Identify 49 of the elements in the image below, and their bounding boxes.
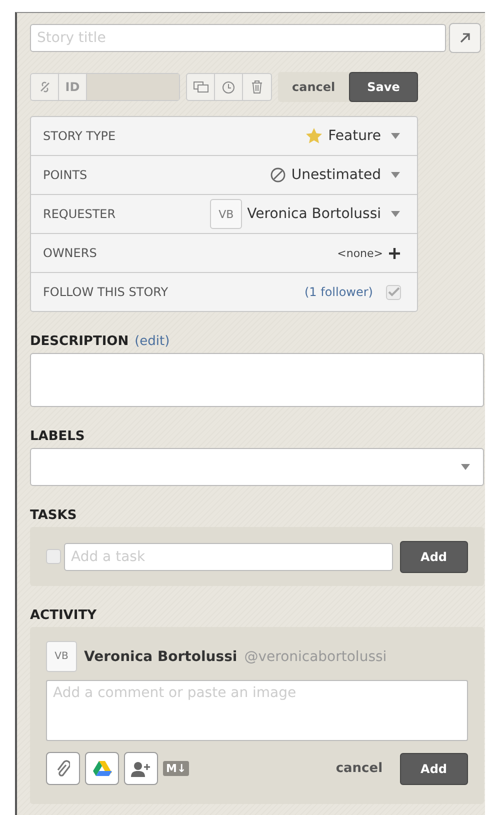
description-field[interactable]: [30, 353, 484, 407]
section-heading: ACTIVITY: [30, 608, 96, 623]
field-label: POINTS: [43, 168, 88, 182]
plus-icon: [389, 248, 400, 258]
follow-checkbox[interactable]: [386, 284, 401, 300]
field-label: REQUESTER: [43, 207, 116, 221]
user-handle: @veronicabortolussi: [244, 648, 387, 664]
caret-icon: [390, 170, 401, 180]
save-button[interactable]: Save: [349, 72, 418, 102]
expand-button[interactable]: [449, 23, 481, 53]
star-icon: [305, 127, 324, 145]
labels-dropdown[interactable]: [30, 448, 484, 486]
copy-icon: [192, 81, 208, 93]
attach-button[interactable]: [46, 752, 80, 785]
edit-link[interactable]: (edit): [134, 334, 170, 349]
person-add-icon: [131, 760, 151, 776]
cancel-button[interactable]: cancel: [324, 761, 395, 776]
add-task-button[interactable]: Add: [400, 540, 468, 572]
avatar: VB: [210, 199, 242, 229]
field-label: STORY TYPE: [43, 129, 116, 143]
clock-icon: [222, 80, 235, 94]
paperclip-icon: [56, 760, 70, 778]
add-owner-button[interactable]: [388, 248, 401, 258]
markdown-badge: M↓: [163, 761, 190, 776]
section-heading: TASKS: [30, 508, 77, 523]
avatar: VB: [46, 641, 77, 672]
user-name: Veronica Bortolussi: [84, 648, 238, 664]
drive-button[interactable]: [85, 752, 119, 785]
caret-icon: [390, 131, 401, 141]
mention-button[interactable]: [124, 752, 158, 785]
field-label: OWNERS: [43, 246, 97, 260]
points-dropdown[interactable]: Unestimated: [291, 167, 385, 183]
triangle-logo-icon: [92, 760, 112, 777]
cancel-button[interactable]: cancel: [278, 72, 350, 102]
requester-dropdown[interactable]: Veronica Bortolussi: [247, 206, 385, 222]
link-icon: [38, 81, 50, 93]
section-heading: DESCRIPTION: [30, 334, 129, 349]
add-comment-button[interactable]: Add: [400, 752, 468, 784]
caret-icon: [460, 462, 471, 472]
unestimated-icon: [270, 167, 286, 183]
section-heading: LABELS: [30, 429, 85, 444]
followers-link[interactable]: (1 follower): [304, 285, 373, 299]
trash-icon: [251, 80, 263, 94]
caret-icon: [390, 209, 401, 219]
arrow-icon: [458, 31, 472, 45]
story-type-dropdown[interactable]: Feature: [328, 128, 385, 144]
task-checkbox[interactable]: [46, 549, 61, 564]
field-label: FOLLOW THIS STORY: [43, 285, 168, 299]
owners-value: <none>: [337, 246, 383, 260]
